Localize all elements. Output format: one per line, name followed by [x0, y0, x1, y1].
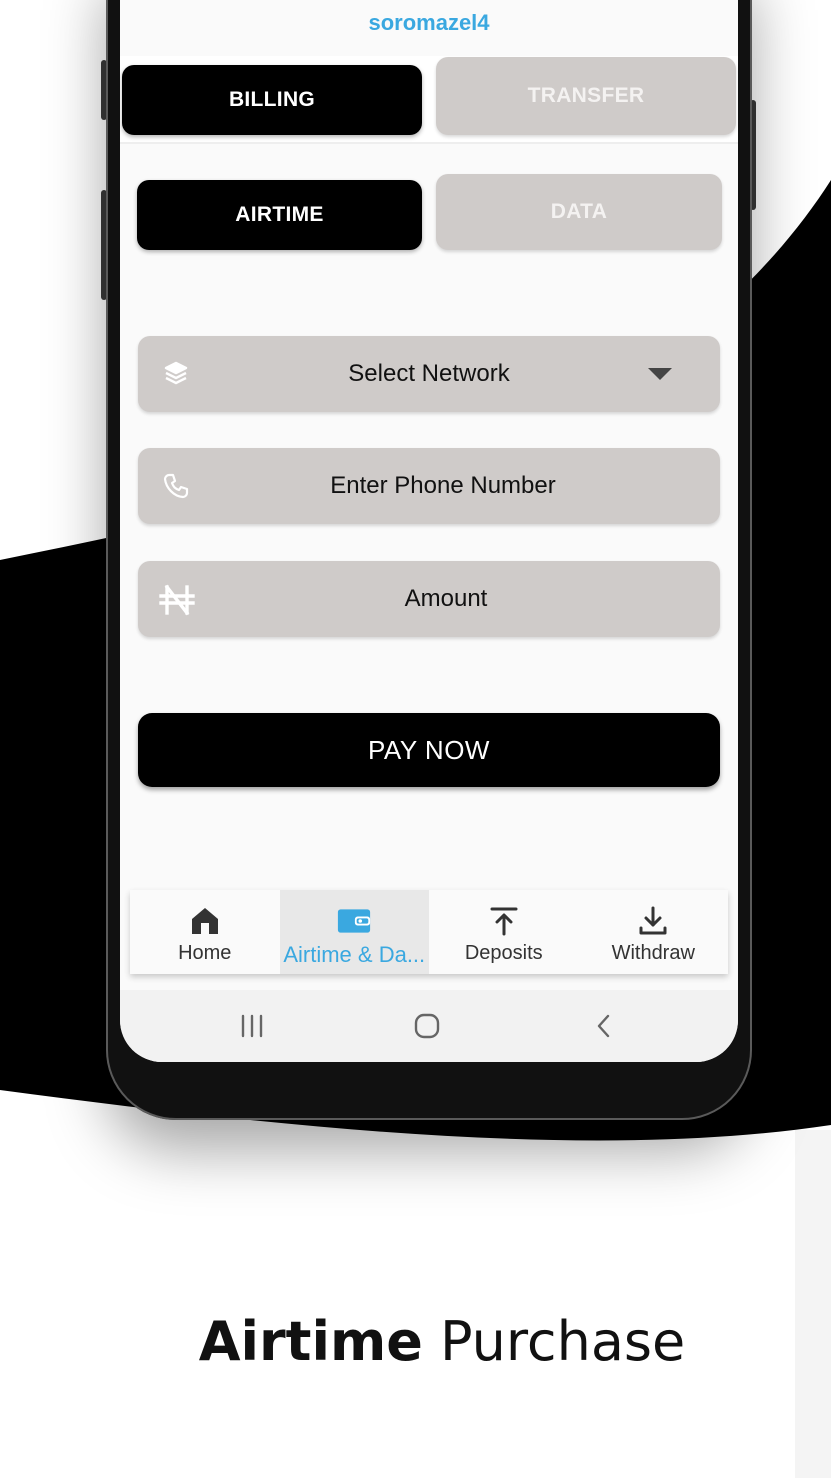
wallet-icon [337, 904, 371, 938]
home-icon [188, 904, 222, 938]
nav-item-home[interactable]: Home [130, 890, 280, 974]
upload-icon [487, 904, 521, 938]
subtab-data[interactable]: DATA [436, 174, 722, 250]
nav-label-home: Home [178, 942, 232, 964]
tab-billing[interactable]: BILLING [122, 65, 422, 135]
nav-label-withdraw: Withdraw [611, 942, 695, 964]
nav-item-airtime-data[interactable]: Airtime & Da... [279, 890, 429, 974]
caption-bold: Airtime [198, 1310, 423, 1373]
home-circle-icon[interactable] [409, 1008, 445, 1044]
background-strip [795, 1130, 831, 1478]
subtab-airtime[interactable]: AIRTIME [137, 180, 422, 250]
caption-regular: Purchase [440, 1310, 686, 1373]
phone-screen: soromazel4 BILLING TRANSFER AIRTIME DATA… [120, 0, 738, 1062]
network-select-value: Select Network [348, 360, 510, 387]
phone-number-placeholder: Enter Phone Number [330, 472, 556, 499]
system-navigation-bar [120, 990, 738, 1062]
feature-caption: Airtime Purchase [0, 1310, 831, 1373]
chevron-down-icon [648, 368, 672, 380]
recents-icon[interactable] [234, 1008, 270, 1044]
bottom-navigation: Home Airtime & Da... Deposits Withdraw [130, 890, 728, 974]
username-label: soromazel4 [368, 10, 490, 35]
nav-label-airtime-data: Airtime & Da... [283, 942, 426, 967]
amount-field[interactable]: Amount [138, 561, 720, 637]
back-icon[interactable] [586, 1008, 622, 1044]
nav-label-deposits: Deposits [464, 942, 543, 964]
download-icon [636, 904, 670, 938]
network-select[interactable]: Select Network [138, 336, 720, 412]
pay-now-button[interactable]: PAY NOW [138, 713, 720, 787]
nav-item-withdraw[interactable]: Withdraw [579, 890, 729, 974]
tab-transfer[interactable]: TRANSFER [436, 57, 736, 135]
nav-item-deposits[interactable]: Deposits [429, 890, 579, 974]
top-tab-bar: BILLING TRANSFER [120, 56, 738, 144]
amount-placeholder: Amount [404, 585, 488, 612]
phone-number-field[interactable]: Enter Phone Number [138, 448, 720, 524]
